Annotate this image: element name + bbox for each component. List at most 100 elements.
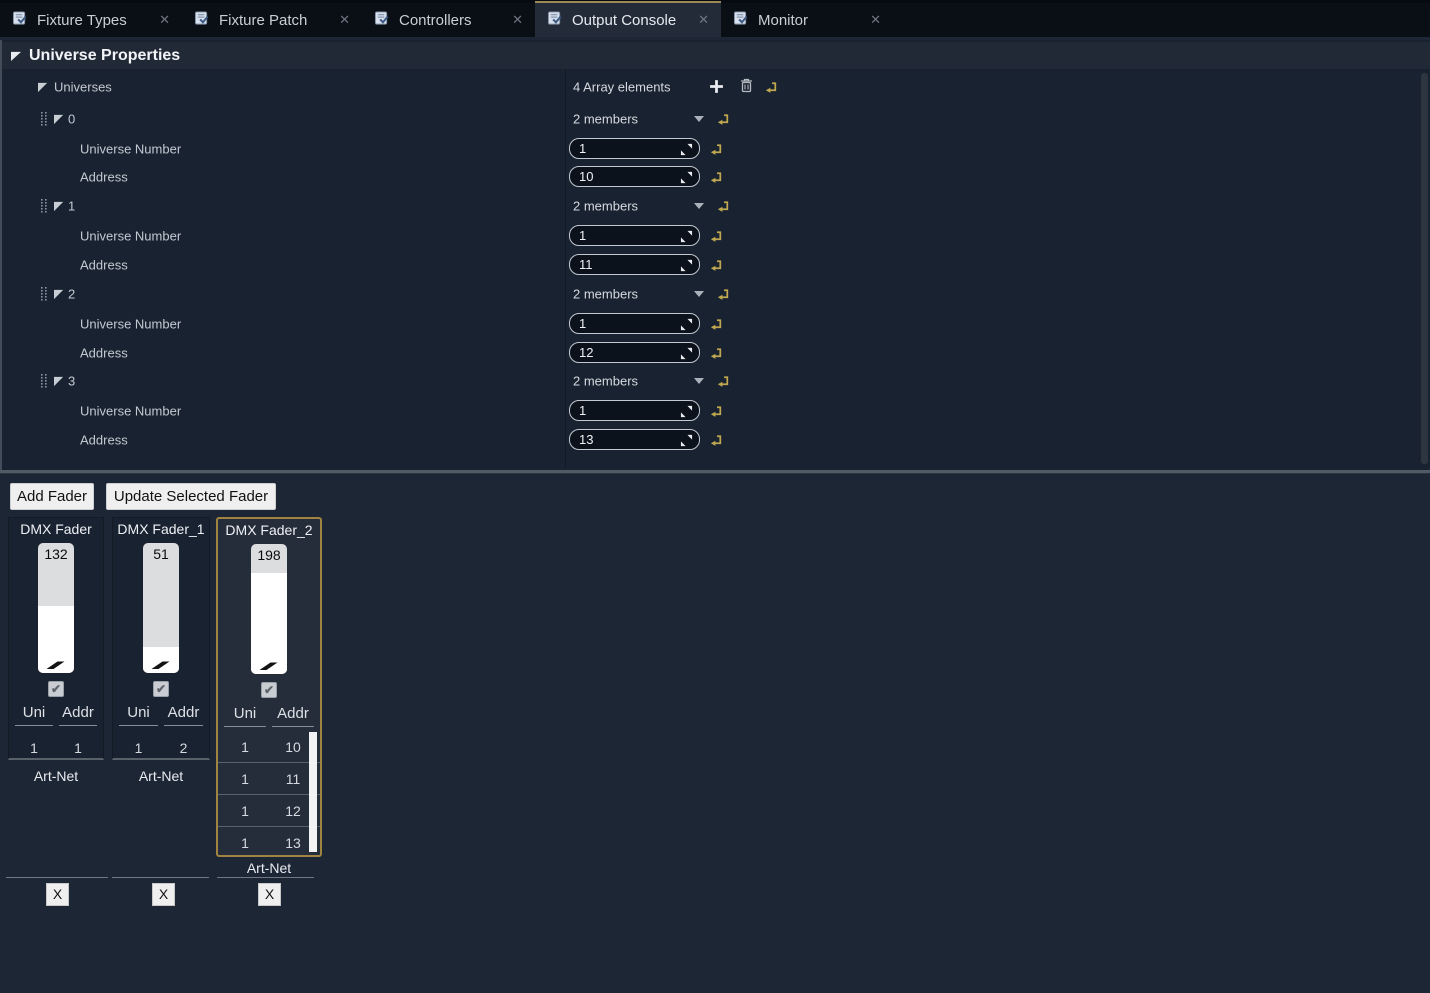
address-input[interactable]: 10 <box>569 166 700 187</box>
dmx-fader-widget[interactable]: DMX Fader 132 ✔ Uni Addr 1 1 <box>8 517 104 760</box>
expanded-arrow-icon[interactable] <box>54 289 65 300</box>
address-input[interactable]: 13 <box>569 429 700 450</box>
tab-label: Output Console <box>572 12 676 29</box>
dmx-fader-widget-selected[interactable]: DMX Fader_2 198 ✔ Uni Addr 1 10 1 11 <box>216 517 322 857</box>
universe-number-input[interactable]: 1 <box>569 225 700 246</box>
reset-to-default-icon[interactable] <box>710 346 723 359</box>
drag-handle-icon[interactable] <box>40 111 48 127</box>
fader-slider[interactable]: 132 <box>38 543 74 673</box>
add-element-icon[interactable] <box>709 79 724 94</box>
close-icon[interactable]: ✕ <box>337 12 352 28</box>
array-element-row: 3 2 members <box>2 366 1422 395</box>
universe-number-input[interactable]: 1 <box>569 400 700 421</box>
vertical-scrollbar[interactable] <box>1421 73 1428 464</box>
patch-list-scrollbar[interactable] <box>309 732 317 852</box>
update-selected-fader-button[interactable]: Update Selected Fader <box>106 483 276 510</box>
expanded-arrow-icon <box>11 50 22 61</box>
array-element-row: 2 2 members <box>2 279 1422 308</box>
slider-drag-icon <box>151 659 172 670</box>
fader-slider[interactable]: 51 <box>143 543 179 673</box>
drag-handle-icon[interactable] <box>40 198 48 214</box>
document-check-icon <box>194 11 210 30</box>
reset-to-default-icon[interactable] <box>710 170 723 183</box>
slider-drag-icon <box>46 659 67 670</box>
fader-enable-checkbox[interactable]: ✔ <box>261 682 277 698</box>
drag-handle-icon[interactable] <box>40 373 48 389</box>
universe-properties-panel: Universe Properties Universes 4 Array el… <box>0 40 1430 470</box>
close-icon[interactable]: ✕ <box>868 12 883 28</box>
universe-number-input[interactable]: 1 <box>569 313 700 334</box>
reset-to-default-icon[interactable] <box>717 199 730 212</box>
reset-to-default-icon[interactable] <box>765 80 778 93</box>
expanded-arrow-icon[interactable] <box>54 114 65 125</box>
remove-fader-button[interactable]: X <box>258 883 281 906</box>
reset-to-default-icon[interactable] <box>710 258 723 271</box>
close-icon[interactable]: ✕ <box>696 12 711 28</box>
array-element-row: 0 2 members <box>2 104 1422 133</box>
reset-to-default-icon[interactable] <box>717 374 730 387</box>
members-summary: 2 members <box>573 198 638 213</box>
addr-header: Addr <box>59 704 97 726</box>
patch-list[interactable]: 1 10 1 11 1 12 1 13 <box>218 731 320 855</box>
remove-fader-button[interactable]: X <box>46 883 69 906</box>
chevron-down-icon[interactable] <box>694 291 704 297</box>
patch-row: 1 13 <box>218 827 320 855</box>
drag-value-icon <box>680 318 693 331</box>
drag-handle-icon[interactable] <box>40 286 48 302</box>
reset-to-default-icon[interactable] <box>710 142 723 155</box>
patch-row: 1 11 <box>218 763 320 795</box>
close-icon[interactable]: ✕ <box>157 12 172 28</box>
universe-number-input[interactable]: 1 <box>569 138 700 159</box>
chevron-down-icon[interactable] <box>694 203 704 209</box>
field-label: Universe Number <box>80 141 181 156</box>
patch-row: 1 2 <box>113 740 209 756</box>
drag-value-icon <box>680 143 693 156</box>
close-icon[interactable]: ✕ <box>510 12 525 28</box>
addr-value: 13 <box>272 835 314 851</box>
expanded-arrow-icon[interactable] <box>38 82 49 93</box>
tab-fixture-types[interactable]: Fixture Types ✕ <box>0 3 182 37</box>
tab-monitor[interactable]: Monitor ✕ <box>721 3 893 37</box>
fader-footer-divider <box>112 877 209 878</box>
address-input[interactable]: 11 <box>569 254 700 275</box>
document-check-icon <box>547 11 563 30</box>
field-label: Address <box>80 432 128 447</box>
tab-controllers[interactable]: Controllers ✕ <box>362 3 535 37</box>
element-index: 2 <box>68 286 75 301</box>
address-row: Address 11 <box>2 250 1422 279</box>
reset-to-default-icon[interactable] <box>710 404 723 417</box>
fader-value: 51 <box>143 546 179 562</box>
field-label: Address <box>80 169 128 184</box>
fader-enable-checkbox[interactable]: ✔ <box>48 681 64 697</box>
universe-number-row: Universe Number 1 <box>2 396 1422 425</box>
remove-fader-button[interactable]: X <box>152 883 175 906</box>
delete-all-icon[interactable] <box>740 78 753 93</box>
element-index: 0 <box>68 111 75 126</box>
expanded-arrow-icon[interactable] <box>54 376 65 387</box>
uni-header: Uni <box>119 704 158 726</box>
output-console-panel: Add Fader Update Selected Fader DMX Fade… <box>0 474 1430 993</box>
reset-to-default-icon[interactable] <box>717 287 730 300</box>
expanded-arrow-icon[interactable] <box>54 201 65 212</box>
reset-to-default-icon[interactable] <box>710 433 723 446</box>
uni-value: 1 <box>224 803 266 819</box>
uni-value: 1 <box>15 740 53 756</box>
chevron-down-icon[interactable] <box>694 116 704 122</box>
tab-output-console[interactable]: Output Console ✕ <box>535 1 721 37</box>
patch-row: 1 12 <box>218 795 320 827</box>
address-input[interactable]: 12 <box>569 342 700 363</box>
fader-enable-checkbox[interactable]: ✔ <box>153 681 169 697</box>
slider-drag-icon <box>259 660 280 671</box>
reset-to-default-icon[interactable] <box>710 229 723 242</box>
fader-table-header: Uni Addr <box>218 705 320 727</box>
dmx-fader-widget[interactable]: DMX Fader_1 51 ✔ Uni Addr 1 2 <box>112 517 210 760</box>
fader-slider[interactable]: 198 <box>251 544 287 674</box>
element-index: 3 <box>68 373 75 388</box>
reset-to-default-icon[interactable] <box>717 112 730 125</box>
chevron-down-icon[interactable] <box>694 378 704 384</box>
tab-fixture-patch[interactable]: Fixture Patch ✕ <box>182 3 362 37</box>
reset-to-default-icon[interactable] <box>710 317 723 330</box>
add-fader-button[interactable]: Add Fader <box>10 483 94 510</box>
slider-fill <box>251 573 287 674</box>
universe-properties-header[interactable]: Universe Properties <box>2 42 1430 69</box>
